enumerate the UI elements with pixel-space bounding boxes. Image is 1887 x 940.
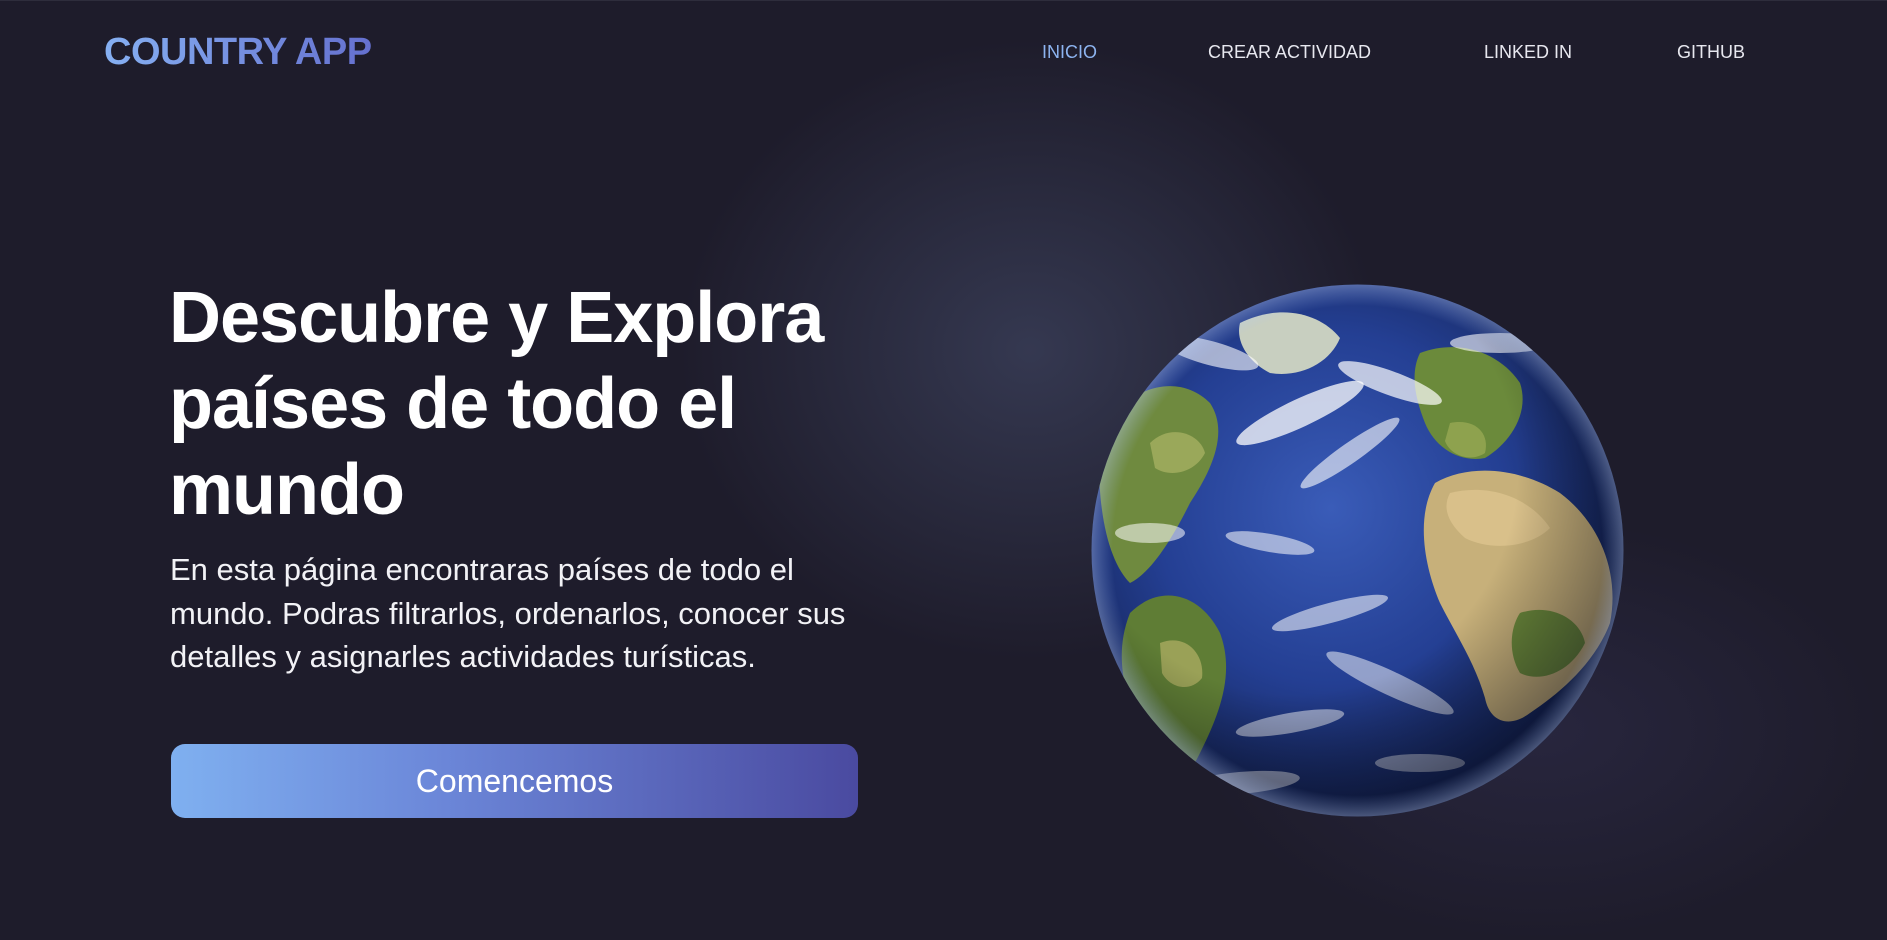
app-logo[interactable]: COUNTRY APP xyxy=(104,30,372,74)
nav-link-github[interactable]: GITHUB xyxy=(1677,40,1745,64)
nav-link-linkedin[interactable]: LINKED IN xyxy=(1484,40,1572,64)
nav-link-crear-actividad[interactable]: CREAR ACTIVIDAD xyxy=(1208,40,1371,64)
nav-link-inicio[interactable]: INICIO xyxy=(1042,40,1097,64)
earth-globe-image xyxy=(1091,284,1624,817)
hero-description: En esta página encontraras países de tod… xyxy=(170,552,846,674)
comencemos-button[interactable]: Comencemos xyxy=(171,744,858,818)
top-border xyxy=(0,0,1887,1)
hero-title: Descubre y Explora países de todo el mun… xyxy=(169,278,824,530)
